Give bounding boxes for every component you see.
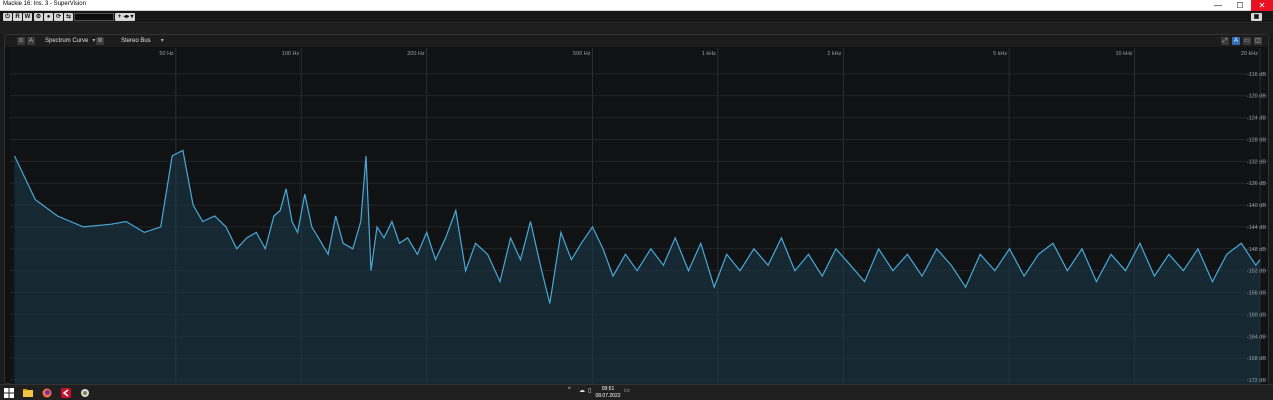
app-icon[interactable]	[80, 388, 90, 398]
x-tick-label: 100 Hz	[282, 51, 300, 57]
x-tick-label: 20 kHz	[1241, 51, 1258, 57]
record-icon[interactable]: ●	[44, 13, 53, 21]
x-tick-label: 50 Hz	[159, 51, 174, 57]
module-power-icon[interactable]: ⊙	[17, 37, 25, 45]
battery-icon: ▯	[588, 388, 592, 394]
close-button[interactable]: ✕	[1251, 0, 1273, 11]
y-tick-label: -116 dB	[1247, 72, 1266, 78]
y-tick-label: -124 dB	[1247, 116, 1267, 122]
y-tick-label: -120 dB	[1247, 94, 1267, 100]
spectrum-panel: ⊙ A Spectrum Curve ▾ ⚙ Stereo Bus ▾ ⤢ A ▭ …	[4, 34, 1269, 384]
chevron-down-icon: ▾	[160, 38, 164, 44]
window-title: Mackie 16: Ins. 3 - SuperVision	[3, 1, 86, 7]
y-tick-label: -132 dB	[1247, 159, 1267, 165]
expand-icon[interactable]: ⤢	[1221, 37, 1229, 45]
x-tick-label: 200 Hz	[407, 51, 425, 57]
x-tick-label: 10 kHz	[1115, 51, 1132, 57]
module-settings-icon[interactable]: ⚙	[96, 37, 104, 45]
settings-icon[interactable]: ⚙	[34, 13, 43, 21]
auto-button[interactable]: A	[27, 37, 35, 45]
module-selector[interactable]: Spectrum Curve ▾	[45, 37, 95, 45]
panel-header: ⊙ A Spectrum Curve ▾ ⚙ Stereo Bus ▾ ⤢ A ▭ …	[5, 35, 1268, 47]
plugin-toolbar: ⏻ R W ⚙ ● ⟳ ⇆ + ◂▸ ▾ ▣	[0, 11, 1273, 23]
file-explorer-icon[interactable]	[23, 388, 33, 398]
module-label: Spectrum Curve	[45, 38, 89, 44]
y-tick-label: -160 dB	[1247, 312, 1267, 318]
y-tick-label: -128 dB	[1247, 137, 1267, 143]
camera-icon[interactable]: ▣	[1251, 13, 1262, 21]
chevron-up-icon[interactable]: ^	[568, 387, 571, 393]
cubase-icon[interactable]	[61, 388, 71, 398]
y-tick-label: -140 dB	[1247, 203, 1267, 209]
chevron-down-icon: ▾	[92, 38, 96, 44]
clock-time: 09:51	[601, 386, 615, 392]
source-selector[interactable]: Stereo Bus ▾	[121, 37, 164, 45]
window-titlebar: Mackie 16: Ins. 3 - SuperVision — ☐ ✕	[0, 0, 1273, 11]
clock-date: 08.07.2022	[595, 393, 621, 399]
read-automation-button[interactable]: R	[13, 13, 22, 21]
split-layout-icon[interactable]: ◫	[1254, 37, 1262, 45]
auto-scale-button[interactable]: A	[1232, 37, 1240, 45]
spectrum-svg: 50 Hz 100 Hz 200 Hz 500 Hz 1 kHz 2 kHz 5 kHz 10…	[10, 48, 1268, 384]
maximize-button[interactable]: ☐	[1229, 0, 1251, 11]
y-tick-label: -164 dB	[1247, 334, 1267, 340]
preset-name-field[interactable]	[74, 13, 114, 21]
x-tick-label: 1 kHz	[702, 51, 716, 57]
spectrum-plot[interactable]: 50 Hz 100 Hz 200 Hz 500 Hz 1 kHz 2 kHz 5 kHz 10…	[10, 48, 1268, 384]
preset-browser-icon[interactable]: ⟳	[54, 13, 63, 21]
notification-icon[interactable]: ▭	[624, 387, 630, 394]
x-tick-label: 5 kHz	[993, 51, 1007, 57]
spectrum-fill	[14, 150, 1260, 384]
compare-icon[interactable]: ⇆	[64, 13, 73, 21]
y-tick-label: -144 dB	[1247, 225, 1267, 231]
minimize-button[interactable]: —	[1207, 0, 1229, 11]
y-tick-label: -156 dB	[1247, 291, 1267, 297]
onedrive-icon[interactable]: ☁	[579, 387, 585, 394]
windows-taskbar: ^ ☁ ▯ 09:51 08.07.2022 ▭	[0, 384, 1273, 400]
y-tick-label: -168 dB	[1247, 356, 1267, 362]
toolbar-gap	[0, 24, 1273, 34]
source-label: Stereo Bus	[121, 38, 151, 44]
power-icon[interactable]: ⏻	[3, 13, 12, 21]
y-tick-label: -148 dB	[1247, 247, 1267, 253]
firefox-icon[interactable]	[42, 388, 52, 398]
taskbar-clock[interactable]: 09:51 08.07.2022	[594, 386, 622, 400]
y-tick-label: -152 dB	[1247, 269, 1267, 275]
x-tick-label: 500 Hz	[573, 51, 591, 57]
windows-start-icon[interactable]	[4, 388, 14, 398]
y-tick-label: -136 dB	[1247, 181, 1267, 187]
x-tick-label: 2 kHz	[827, 51, 841, 57]
preset-menu-button[interactable]: ▾	[129, 13, 135, 21]
write-automation-button[interactable]: W	[23, 13, 32, 21]
window-layout-icon[interactable]: ▭	[1243, 37, 1251, 45]
